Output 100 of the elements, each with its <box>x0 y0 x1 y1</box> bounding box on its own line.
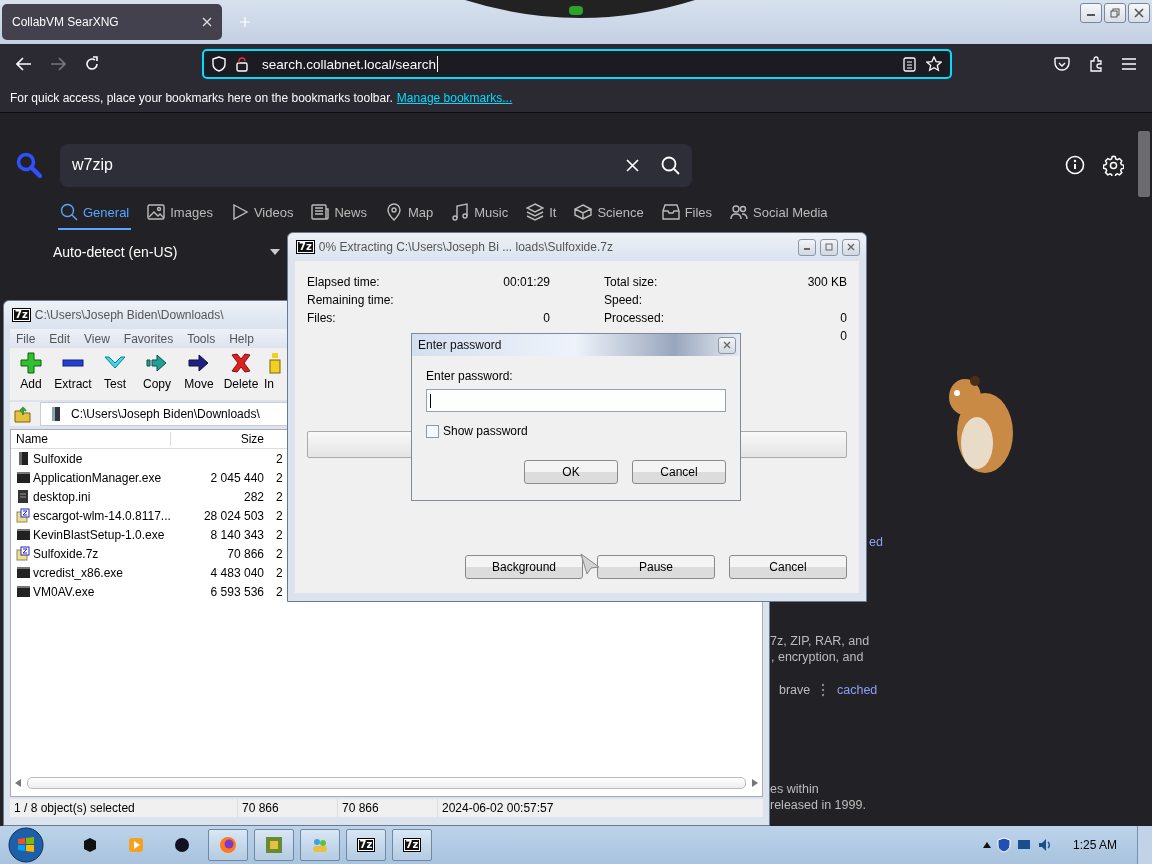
scroll-right-icon[interactable] <box>752 779 758 787</box>
scroll-left-icon[interactable] <box>15 779 21 787</box>
people-icon <box>730 203 749 221</box>
back-icon[interactable] <box>16 57 32 71</box>
status-text: 1 / 8 object(s) selected <box>10 799 238 817</box>
minimize-button[interactable] <box>798 238 816 256</box>
file-name[interactable]: ApplicationManager.exe <box>33 470 162 485</box>
manage-bookmarks-link[interactable]: Manage bookmarks... <box>396 91 513 105</box>
taskbar-button[interactable]: 7z <box>392 829 432 861</box>
dialog-button[interactable]: OK <box>524 460 618 484</box>
stat-label: Total size: <box>604 275 658 289</box>
close-icon[interactable] <box>202 17 212 27</box>
drive-icon <box>51 406 61 422</box>
more-dots-icon[interactable] <box>821 683 825 697</box>
category-tab[interactable]: Music <box>449 197 511 230</box>
menu-item[interactable]: Help <box>229 331 254 346</box>
forward-icon[interactable] <box>50 57 66 71</box>
stat-label: Processed: <box>604 311 665 325</box>
shield-icon[interactable] <box>996 837 1011 853</box>
language-selector[interactable]: Auto-detect (en-US) <box>53 244 178 260</box>
pocket-icon[interactable] <box>1054 56 1070 72</box>
checkbox[interactable] <box>426 424 439 438</box>
result-text: brave <box>779 683 811 697</box>
monitor-icon[interactable] <box>1016 839 1031 851</box>
dropdown-caret-icon[interactable] <box>269 249 280 255</box>
field-label: Enter password: <box>426 369 514 383</box>
browser-tab[interactable]: CollabVM SearXNG <box>2 4 222 40</box>
close-button[interactable] <box>1128 3 1150 23</box>
file-name[interactable]: vcredist_x86.exe <box>33 565 124 580</box>
file-name[interactable]: KevinBlastSetup-1.0.exe <box>33 527 165 542</box>
speaker-icon[interactable] <box>1036 837 1053 853</box>
close-icon <box>847 243 855 251</box>
clock[interactable]: 1:25 AM <box>1072 838 1117 852</box>
horizontal-scrollbar[interactable] <box>15 776 758 790</box>
result-link[interactable]: ed <box>869 535 883 549</box>
category-tab[interactable]: Files <box>659 197 715 230</box>
minimize-button[interactable] <box>1080 3 1102 23</box>
up-folder-icon[interactable] <box>14 405 32 423</box>
taskbar-button[interactable]: 7z <box>346 829 386 861</box>
category-tab[interactable]: Videos <box>228 197 296 230</box>
file-name[interactable]: Sulfoxide <box>33 451 83 466</box>
toolbar-button[interactable]: Test <box>94 352 136 400</box>
file-name[interactable]: VM0AV.exe <box>33 584 95 599</box>
menu-item[interactable]: File <box>16 331 36 346</box>
restore-button[interactable] <box>1104 3 1126 23</box>
menu-icon[interactable] <box>1122 58 1136 70</box>
category-tab[interactable]: Images <box>145 197 215 230</box>
category-tab[interactable]: Map <box>382 197 436 230</box>
file-name[interactable]: Sulfoxide.7z <box>33 546 99 561</box>
address-bar[interactable]: search.collabnet.local/search <box>202 49 952 79</box>
category-tab[interactable]: General <box>58 197 132 230</box>
toolbar-button[interactable]: Copy <box>136 352 178 400</box>
extensions-icon[interactable] <box>1088 56 1104 72</box>
toolbar-button[interactable]: Extract <box>52 352 94 400</box>
maximize-button[interactable] <box>820 238 838 256</box>
table-cell: 2 <box>276 489 283 504</box>
show-hidden-icons-icon[interactable] <box>982 842 991 848</box>
column-header[interactable]: Name <box>11 432 171 446</box>
result-link[interactable]: cached <box>837 683 878 697</box>
dialog-button[interactable]: Cancel <box>729 555 847 579</box>
star-icon[interactable] <box>926 56 942 72</box>
bookmarks-hint: For quick access, place your bookmarks here on the bookmarks toolbar. <box>10 91 393 105</box>
start-button[interactable] <box>8 827 44 863</box>
table-cell: 2 <box>276 508 283 523</box>
dialog-button[interactable]: Cancel <box>632 460 726 484</box>
reload-icon[interactable] <box>84 56 100 72</box>
file-name[interactable]: escargot-wlm-14.0.8117... <box>33 508 171 523</box>
dialog-button[interactable]: Pause <box>597 555 715 579</box>
search-icon[interactable] <box>661 155 680 175</box>
toolbar-button[interactable]: In <box>262 352 286 400</box>
category-tab[interactable]: Science <box>572 197 646 230</box>
close-icon <box>723 341 731 349</box>
search-field[interactable]: w7zip <box>60 143 692 187</box>
browser-icon <box>219 836 237 854</box>
table-cell: 2 <box>276 546 283 561</box>
dialog-button[interactable]: Background <box>465 555 583 579</box>
menu-item[interactable]: Edit <box>49 331 71 346</box>
close-button[interactable] <box>718 336 736 354</box>
toolbar-button[interactable]: Move <box>178 352 220 400</box>
category-tab[interactable]: News <box>309 197 369 230</box>
toolbar-button[interactable]: Add <box>10 352 52 400</box>
category-tab[interactable]: Social Media <box>728 197 830 230</box>
column-header[interactable]: Size <box>171 432 268 446</box>
menu-item[interactable]: Tools <box>187 331 216 346</box>
stat-label: Speed: <box>604 293 643 307</box>
image-icon <box>147 203 166 221</box>
info-icon[interactable] <box>1065 155 1085 175</box>
search-logo-icon[interactable] <box>16 152 42 178</box>
menu-item[interactable]: View <box>84 331 110 346</box>
close-button[interactable] <box>842 238 860 256</box>
menu-item[interactable]: Favorites <box>123 331 174 346</box>
reader-view-icon[interactable] <box>903 56 916 72</box>
settings-icon[interactable] <box>1103 154 1124 176</box>
category-tab[interactable]: It <box>524 197 559 230</box>
checkbox-label[interactable]: Show password <box>443 424 528 438</box>
toolbar-button[interactable]: Delete <box>220 352 262 400</box>
clear-icon[interactable] <box>626 158 639 172</box>
password-field[interactable] <box>426 389 726 412</box>
search-icon <box>60 203 78 221</box>
file-name[interactable]: desktop.ini <box>33 489 91 504</box>
